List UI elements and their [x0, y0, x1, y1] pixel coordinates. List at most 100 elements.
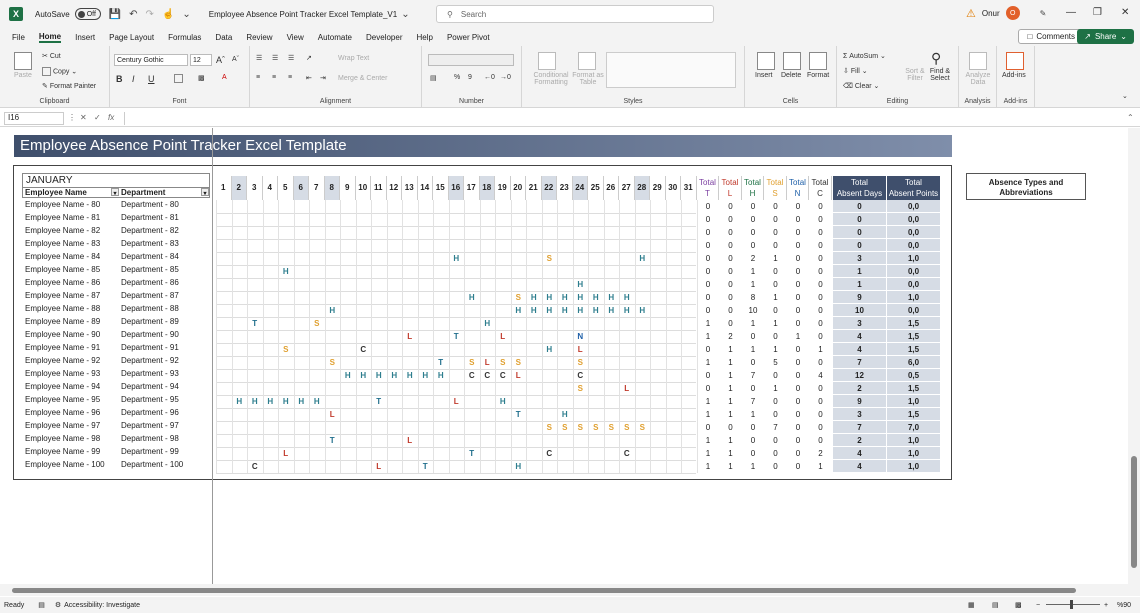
type-total-cell[interactable]: 0 — [787, 252, 809, 265]
absence-mark[interactable]: H — [542, 343, 558, 356]
fill-color-icon[interactable]: ▩ — [198, 74, 205, 82]
accessibility-status[interactable]: Accessibility: Investigate — [64, 602, 140, 609]
absent-points-cell[interactable]: 0,0 — [887, 239, 941, 252]
conditional-formatting-icon[interactable] — [538, 52, 556, 70]
type-total-cell[interactable]: 0 — [765, 278, 787, 291]
tab-formulas[interactable]: Formulas — [168, 33, 201, 42]
delete-button[interactable]: Delete — [781, 72, 801, 79]
absence-mark[interactable]: H — [619, 291, 635, 304]
type-total-cell[interactable]: 0 — [810, 252, 832, 265]
paste-icon[interactable] — [14, 52, 32, 70]
comments-button[interactable]: □ Comments — [1018, 29, 1084, 44]
type-total-cell[interactable]: 0 — [697, 226, 719, 239]
absent-points-cell[interactable]: 1,0 — [887, 460, 941, 473]
absence-mark[interactable]: L — [619, 382, 635, 395]
type-total-cell[interactable]: 0 — [810, 356, 832, 369]
type-total-cell[interactable]: 0 — [742, 239, 764, 252]
employee-name-cell[interactable]: Employee Name - 93 — [25, 367, 100, 380]
user-area[interactable]: ⚠ Onur O ✎ — [966, 6, 1046, 20]
day-header[interactable]: 24 — [572, 176, 588, 200]
absence-mark[interactable]: H — [449, 252, 465, 265]
absence-mark[interactable]: S — [573, 356, 589, 369]
restore-icon[interactable]: ❐ — [1093, 7, 1102, 18]
avatar[interactable]: O — [1005, 6, 1020, 20]
align-middle-icon[interactable]: ☰ — [272, 54, 278, 62]
align-top-icon[interactable]: ☰ — [256, 54, 262, 62]
type-total-cell[interactable]: 1 — [742, 460, 764, 473]
absence-mark[interactable]: L — [511, 369, 527, 382]
cut-button[interactable]: ✂ Cut — [42, 52, 61, 60]
day-header[interactable]: 8 — [324, 176, 340, 200]
type-total-cell[interactable]: 0 — [697, 304, 719, 317]
absence-mark[interactable]: H — [464, 291, 480, 304]
absence-mark[interactable]: C — [356, 343, 372, 356]
department-cell[interactable]: Department - 89 — [121, 315, 179, 328]
absence-mark[interactable]: T — [511, 408, 527, 421]
type-total-cell[interactable]: 0 — [720, 304, 742, 317]
tab-developer[interactable]: Developer — [366, 33, 402, 42]
absence-mark[interactable]: H — [635, 252, 651, 265]
type-total-cell[interactable]: 0 — [810, 434, 832, 447]
copy-button[interactable]: Copy ⌄ — [42, 67, 77, 76]
type-total-cell[interactable]: 1 — [697, 395, 719, 408]
absent-days-cell[interactable]: 0 — [833, 200, 887, 213]
employee-name-cell[interactable]: Employee Name - 87 — [25, 289, 100, 302]
department-cell[interactable]: Department - 87 — [121, 289, 179, 302]
absent-days-cell[interactable]: 0 — [833, 226, 887, 239]
absence-mark[interactable]: H — [557, 408, 573, 421]
day-header[interactable]: 15 — [433, 176, 449, 200]
type-total-header[interactable]: Total H — [742, 176, 764, 200]
type-total-cell[interactable]: 1 — [720, 434, 742, 447]
absence-mark[interactable]: L — [278, 447, 294, 460]
absence-mark[interactable]: S — [495, 356, 511, 369]
department-cell[interactable]: Department - 81 — [121, 211, 179, 224]
absent-points-cell[interactable]: 1,5 — [887, 317, 941, 330]
zoom-level[interactable]: %90 — [1117, 602, 1131, 609]
filter-dropdown-icon[interactable]: ▾ — [111, 188, 119, 197]
absence-mark[interactable]: S — [309, 317, 325, 330]
absence-mark[interactable]: H — [294, 395, 310, 408]
tab-home[interactable]: Home — [38, 32, 62, 43]
day-header[interactable]: 21 — [526, 176, 542, 200]
tab-file[interactable]: File — [12, 33, 25, 42]
decrease-font-icon[interactable]: Aˇ — [232, 56, 239, 63]
absence-mark[interactable]: S — [573, 382, 589, 395]
type-total-cell[interactable]: 0 — [720, 291, 742, 304]
type-total-cell[interactable]: 1 — [720, 382, 742, 395]
absence-mark[interactable]: H — [588, 291, 604, 304]
absence-mark[interactable]: H — [402, 369, 418, 382]
absent-points-cell[interactable]: 7,0 — [887, 421, 941, 434]
percent-icon[interactable]: % — [454, 74, 460, 81]
decrease-indent-icon[interactable]: ⇤ — [306, 74, 312, 82]
absence-mark[interactable]: H — [495, 395, 511, 408]
vertical-scrollbar[interactable] — [1128, 128, 1140, 584]
delete-cells-icon[interactable] — [783, 52, 801, 70]
day-header[interactable]: 22 — [541, 176, 557, 200]
type-total-cell[interactable]: 1 — [720, 460, 742, 473]
absent-days-cell[interactable]: 3 — [833, 408, 887, 421]
employee-name-cell[interactable]: Employee Name - 82 — [25, 224, 100, 237]
absence-mark[interactable]: H — [278, 395, 294, 408]
type-total-cell[interactable]: 0 — [787, 421, 809, 434]
department-cell[interactable]: Department - 97 — [121, 419, 179, 432]
type-total-header[interactable]: Total L — [720, 176, 742, 200]
type-total-cell[interactable]: 0 — [697, 278, 719, 291]
day-header[interactable]: 28 — [634, 176, 650, 200]
number-format-select[interactable] — [428, 54, 514, 66]
format-table-icon[interactable] — [578, 52, 596, 70]
type-total-cell[interactable]: 0 — [765, 239, 787, 252]
italic-button[interactable]: I — [132, 74, 135, 84]
insert-cells-icon[interactable] — [757, 52, 775, 70]
absent-points-cell[interactable]: 1,5 — [887, 343, 941, 356]
merge-center-button[interactable]: Merge & Center — [338, 75, 387, 82]
day-header[interactable]: 12 — [387, 176, 402, 200]
type-total-cell[interactable]: 1 — [742, 317, 764, 330]
type-total-cell[interactable]: 0 — [810, 213, 832, 226]
type-total-cell[interactable]: 0 — [787, 239, 809, 252]
absent-points-cell[interactable]: 1,0 — [887, 252, 941, 265]
type-total-cell[interactable]: 0 — [810, 317, 832, 330]
type-total-cell[interactable]: 5 — [765, 356, 787, 369]
autosum-button[interactable]: Σ AutoSum ⌄ — [843, 52, 886, 60]
absence-mark[interactable]: S — [542, 421, 558, 434]
absent-points-cell[interactable]: 1,5 — [887, 382, 941, 395]
